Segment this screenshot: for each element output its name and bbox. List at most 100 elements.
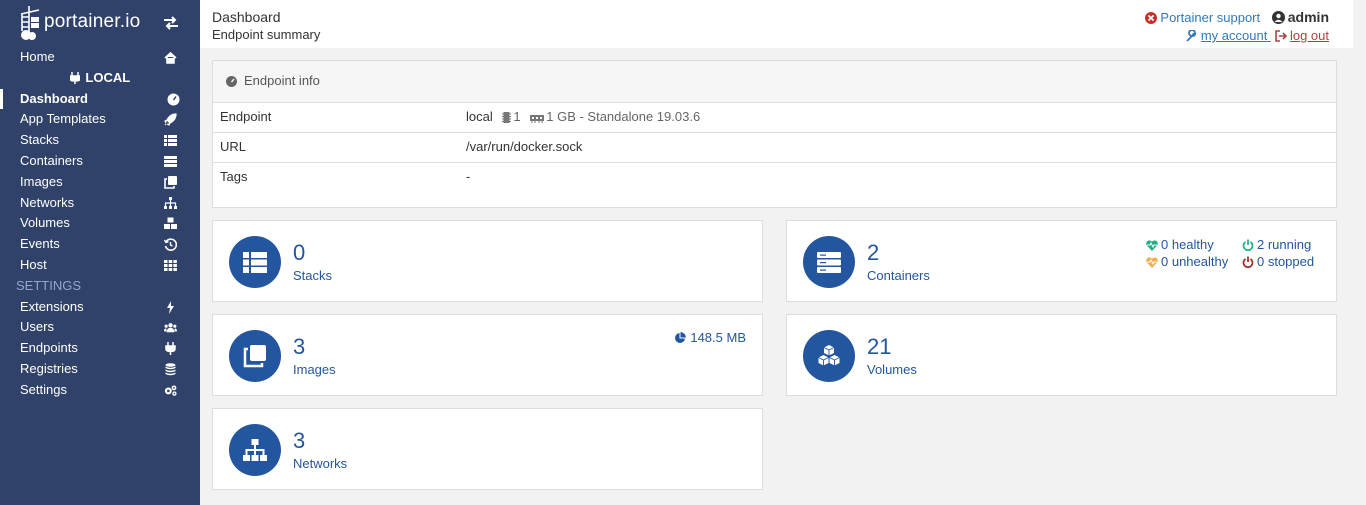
containers-count: 2 — [867, 240, 880, 265]
times-circle-icon — [1145, 12, 1158, 24]
database-icon — [165, 363, 176, 376]
info-key: Endpoint — [220, 109, 272, 124]
user-circle-icon — [1271, 11, 1285, 24]
brand[interactable]: portainer.io — [16, 3, 186, 43]
sidebar-item-images[interactable]: Images — [0, 172, 200, 193]
th-icon — [164, 259, 177, 271]
users-icon — [164, 323, 177, 333]
clone-icon — [164, 175, 177, 189]
sidebar-nav: Home LOCAL Dashboard App Templates Stack… — [0, 47, 200, 401]
page-subtitle: Endpoint summary — [212, 27, 321, 42]
sidebar-item-containers[interactable]: Containers — [0, 151, 200, 172]
sidebar-item-label: Host — [20, 256, 47, 272]
clone-icon — [243, 345, 266, 368]
plug-icon — [165, 342, 176, 356]
endpoint-info-panel: Endpoint info Endpoint local 1 1 GB - St… — [212, 60, 1337, 208]
portainer-logo-icon — [20, 6, 40, 40]
tachometer-icon — [226, 76, 237, 87]
plug-icon — [69, 71, 81, 84]
sidebar-item-label: Endpoints — [20, 340, 78, 356]
sidebar: portainer.io Home LOCAL Dashboard App Te… — [0, 0, 200, 505]
sidebar-item-label: Registries — [20, 360, 78, 376]
sidebar-item-extensions[interactable]: Extensions — [0, 297, 200, 318]
sidebar-item-home[interactable]: Home — [0, 47, 200, 68]
page-header: Dashboard Endpoint summary Portainer sup… — [200, 0, 1353, 48]
info-row-url: URL /var/run/docker.sock — [213, 133, 1336, 163]
microchip-icon — [502, 112, 512, 123]
containers-label: Containers — [867, 268, 930, 283]
server-icon — [164, 155, 177, 167]
home-icon — [164, 51, 177, 64]
volumes-icon-circle — [803, 330, 855, 382]
sign-out-icon — [1275, 30, 1288, 42]
log-out-link[interactable]: log out — [1275, 28, 1329, 43]
networks-widget[interactable]: 3 Networks — [212, 408, 763, 490]
sidebar-item-settings[interactable]: Settings — [0, 380, 200, 401]
sidebar-item-volumes[interactable]: Volumes — [0, 213, 200, 234]
brand-name: portainer.io — [44, 11, 141, 32]
sitemap-icon — [164, 196, 177, 209]
my-account-link[interactable]: my account — [1186, 28, 1271, 43]
networks-icon-circle — [229, 424, 281, 476]
info-key: Tags — [220, 169, 248, 184]
sidebar-item-endpoints[interactable]: Endpoints — [0, 338, 200, 359]
containers-icon-circle — [803, 236, 855, 288]
cubes-icon — [164, 217, 177, 230]
images-count: 3 — [293, 334, 306, 359]
stopped-count: 0 stopped — [1242, 254, 1314, 269]
sidebar-item-stacks[interactable]: Stacks — [0, 130, 200, 151]
sitemap-icon — [243, 439, 267, 461]
sidebar-item-events[interactable]: Events — [0, 234, 200, 255]
images-widget[interactable]: 3 Images 148.5 MB — [212, 314, 763, 396]
sidebar-item-label: Events — [20, 236, 60, 252]
panel-header: Endpoint info — [213, 61, 1336, 103]
networks-count: 3 — [293, 428, 306, 453]
sidebar-item-label: Volumes — [20, 215, 70, 231]
endpoint-name-value: local — [466, 109, 493, 124]
images-label: Images — [293, 362, 336, 377]
username: admin — [1271, 9, 1329, 25]
stacks-label: Stacks — [293, 268, 333, 283]
info-value: local 1 1 GB - Standalone 19.03.6 — [466, 103, 700, 131]
power-off-icon — [1242, 239, 1254, 252]
volumes-count: 21 — [867, 334, 892, 359]
sidebar-item-label: Extensions — [20, 298, 84, 314]
bolt-icon — [167, 300, 174, 314]
history-icon — [164, 238, 177, 252]
wrench-icon — [1186, 29, 1197, 42]
portainer-support-link[interactable]: Portainer support — [1145, 10, 1263, 25]
exchange-icon[interactable] — [163, 16, 179, 30]
sidebar-item-dashboard[interactable]: Dashboard — [0, 88, 200, 110]
sidebar-section-settings: SETTINGS — [16, 277, 82, 293]
containers-widget[interactable]: 2 Containers 0 healthy 2 running 0 unhea… — [786, 220, 1337, 302]
sidebar-item-label: Home — [20, 49, 55, 64]
unhealthy-count: 0 unhealthy — [1146, 254, 1228, 269]
healthy-count: 0 healthy — [1146, 237, 1214, 252]
user-menu: Portainer support admin my account log o… — [1145, 9, 1329, 43]
images-size: 148.5 MB — [674, 330, 746, 345]
cpu-count: 1 — [513, 109, 521, 124]
volumes-widget[interactable]: 21 Volumes — [786, 314, 1337, 396]
memory-value: 1 GB - Standalone 19.03.6 — [546, 109, 701, 124]
sidebar-item-label: Images — [20, 173, 63, 189]
pie-chart-icon — [675, 332, 687, 343]
rocket-icon — [164, 113, 177, 127]
sidebar-item-users[interactable]: Users — [0, 317, 200, 338]
stacks-widget[interactable]: 0 Stacks — [212, 220, 763, 302]
sidebar-item-app-templates[interactable]: App Templates — [0, 109, 200, 130]
th-list-icon — [243, 252, 267, 273]
stacks-count: 0 — [293, 240, 306, 265]
info-value: - — [466, 169, 471, 184]
server-icon — [817, 252, 841, 273]
sidebar-item-registries[interactable]: Registries — [0, 359, 200, 380]
sidebar-item-label: Dashboard — [20, 90, 88, 106]
memory-icon — [530, 115, 545, 123]
heartbeat-icon — [1146, 257, 1158, 268]
sidebar-item-networks[interactable]: Networks — [0, 193, 200, 214]
sidebar-item-label: Users — [20, 319, 54, 335]
scrollbar[interactable] — [1353, 0, 1366, 505]
running-count: 2 running — [1242, 237, 1311, 252]
sidebar-item-host[interactable]: Host — [0, 255, 200, 276]
networks-label: Networks — [293, 456, 348, 471]
sidebar-item-label: Stacks — [20, 132, 60, 148]
